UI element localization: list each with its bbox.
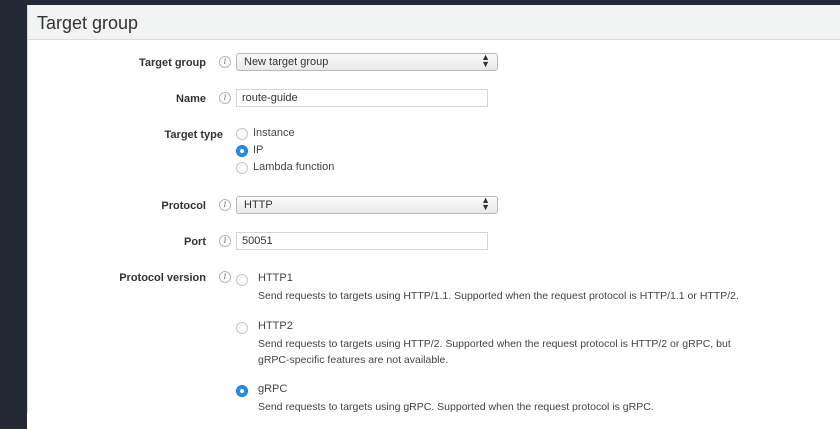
name-input-value: route-guide xyxy=(242,92,298,104)
protocol-version-label: Protocol version xyxy=(119,272,206,284)
target-type-ip-radio[interactable] xyxy=(236,145,248,157)
protocol-version-http1-radio[interactable] xyxy=(236,274,248,286)
panel-header: Target group xyxy=(28,5,840,40)
select-arrows-icon: ▲ ▼ xyxy=(481,195,490,212)
info-icon[interactable]: i xyxy=(219,56,231,68)
select-arrows-icon: ▲ ▼ xyxy=(481,52,490,69)
bottom-edge xyxy=(27,413,840,429)
protocol-version-grpc-radio[interactable] xyxy=(236,385,248,397)
port-label: Port xyxy=(184,236,206,248)
protocol-select[interactable]: HTTP ▲ ▼ xyxy=(236,196,498,214)
name-input[interactable]: route-guide xyxy=(236,89,488,107)
protocol-version-grpc-label: gRPC xyxy=(258,383,288,395)
target-type-label: Target type xyxy=(164,129,223,141)
info-icon[interactable]: i xyxy=(219,235,231,247)
name-label: Name xyxy=(176,93,206,105)
panel-title: Target group xyxy=(37,13,139,33)
target-type-lambda-radio[interactable] xyxy=(236,162,248,174)
target-type-instance-radio[interactable] xyxy=(236,128,248,140)
port-input[interactable]: 50051 xyxy=(236,232,488,250)
port-input-value: 50051 xyxy=(242,235,273,247)
info-icon[interactable]: i xyxy=(219,271,231,283)
info-icon[interactable]: i xyxy=(219,199,231,211)
target-type-instance-label: Instance xyxy=(253,127,295,139)
protocol-version-http1-desc: Send requests to targets using HTTP/1.1.… xyxy=(258,290,739,302)
target-group-select-value: New target group xyxy=(244,56,329,68)
protocol-version-http1-label: HTTP1 xyxy=(258,272,293,284)
protocol-version-http2-desc-line1: Send requests to targets using HTTP/2. S… xyxy=(258,338,731,350)
protocol-select-value: HTTP xyxy=(244,199,273,211)
protocol-version-http2-desc-line2: gRPC-specific features are not available… xyxy=(258,354,449,366)
target-type-ip-label: IP xyxy=(253,144,264,156)
target-type-lambda-label: Lambda function xyxy=(253,161,335,173)
target-group-select[interactable]: New target group ▲ ▼ xyxy=(236,53,498,71)
protocol-version-http2-label: HTTP2 xyxy=(258,320,293,332)
protocol-label: Protocol xyxy=(161,200,206,212)
target-group-panel: Target group Target group i New target g… xyxy=(27,5,840,429)
info-icon[interactable]: i xyxy=(219,92,231,104)
target-group-label: Target group xyxy=(138,57,206,69)
protocol-version-http2-radio[interactable] xyxy=(236,322,248,334)
